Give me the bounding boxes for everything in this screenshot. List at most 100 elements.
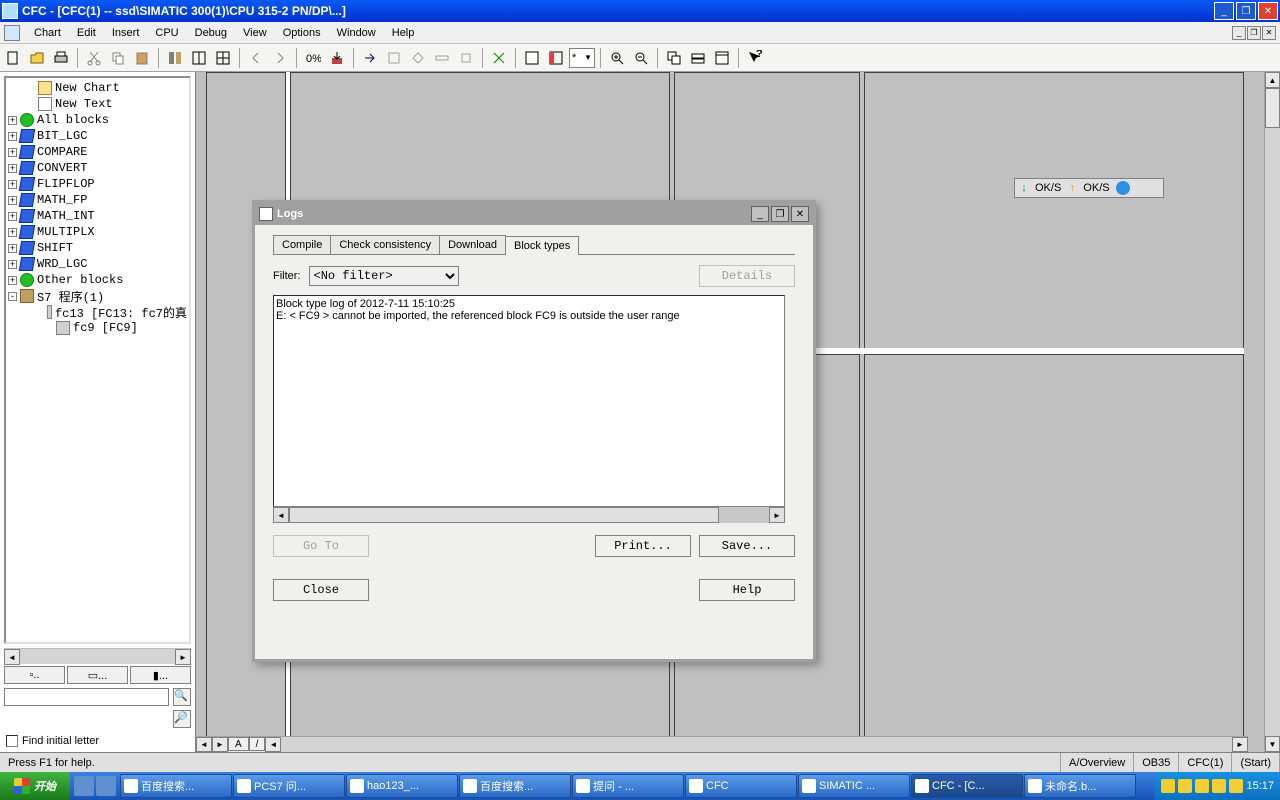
tray-icon[interactable] (1229, 779, 1243, 793)
tab-blocktypes[interactable]: Block types (505, 236, 579, 255)
canvas-vscroll[interactable]: ▲▼ (1264, 72, 1280, 752)
menu-cpu[interactable]: CPU (147, 25, 186, 41)
copy-icon[interactable] (107, 47, 129, 69)
tree-expander[interactable]: + (8, 228, 17, 237)
tool2-icon[interactable] (407, 47, 429, 69)
tab-check[interactable]: Check consistency (330, 235, 440, 254)
menu-edit[interactable]: Edit (69, 25, 104, 41)
next-icon[interactable] (269, 47, 291, 69)
tree-item[interactable]: +All blocks (8, 112, 187, 128)
tool3-icon[interactable] (431, 47, 453, 69)
tree-item[interactable]: fc13 [FC13: fc7的真 (8, 304, 187, 320)
mdi-close-button[interactable]: ✕ (1262, 26, 1276, 40)
print-button[interactable]: Print... (595, 535, 691, 557)
menu-insert[interactable]: Insert (104, 25, 148, 41)
menu-view[interactable]: View (235, 25, 275, 41)
taskbar-item[interactable]: 未命名.b... (1024, 774, 1136, 798)
menu-chart[interactable]: Chart (26, 25, 69, 41)
tab-compile[interactable]: Compile (273, 235, 331, 254)
quicklaunch-icon[interactable] (74, 776, 94, 796)
window3-icon[interactable] (711, 47, 733, 69)
window2-icon[interactable] (687, 47, 709, 69)
new-icon[interactable] (2, 47, 24, 69)
connections-icon[interactable] (488, 47, 510, 69)
tree-expander[interactable]: + (8, 164, 17, 173)
tool4-icon[interactable] (455, 47, 477, 69)
catalog-icon[interactable] (164, 47, 186, 69)
tree-hscroll[interactable]: ◄► (4, 648, 191, 664)
sheet-tab-a[interactable]: A (228, 737, 249, 751)
zoom-combo[interactable]: *▼ (569, 48, 595, 68)
side-tab-1[interactable]: ▫.. (4, 666, 65, 684)
log-hscroll[interactable]: ◄► (273, 507, 785, 523)
tab-download[interactable]: Download (439, 235, 506, 254)
dialog-close-button[interactable]: ✕ (791, 206, 809, 222)
tree-expander[interactable]: + (8, 276, 17, 285)
tree-item[interactable]: +SHIFT (8, 240, 187, 256)
view2-icon[interactable] (545, 47, 567, 69)
menu-debug[interactable]: Debug (187, 25, 235, 41)
menu-window[interactable]: Window (329, 25, 384, 41)
help-button[interactable]: Help (699, 579, 795, 601)
tree-expander[interactable]: + (8, 196, 17, 205)
start-button[interactable]: 开始 (0, 772, 70, 800)
side-tab-2[interactable]: ▭... (67, 666, 128, 684)
taskbar-item[interactable]: CFC - [C... (911, 774, 1023, 798)
cut-icon[interactable] (83, 47, 105, 69)
tree-item[interactable]: +BIT_LGC (8, 128, 187, 144)
goto-button[interactable]: Go To (273, 535, 369, 557)
canvas-hscroll[interactable]: ◄► A/ ◄► (196, 736, 1248, 752)
tree-item[interactable]: +WRD_LGC (8, 256, 187, 272)
tree-expander[interactable]: + (8, 116, 17, 125)
taskbar-item[interactable]: 百度搜索... (459, 774, 571, 798)
taskbar-item[interactable]: 提问 - ... (572, 774, 684, 798)
zoom-in-icon[interactable] (606, 47, 628, 69)
mdi-minimize-button[interactable]: _ (1232, 26, 1246, 40)
tree-item[interactable]: +Other blocks (8, 272, 187, 288)
maximize-button[interactable]: ❐ (1236, 2, 1256, 20)
dialog-maximize-button[interactable]: ❐ (771, 206, 789, 222)
tree-expander[interactable]: - (8, 292, 17, 301)
open-icon[interactable] (26, 47, 48, 69)
close-button[interactable]: ✕ (1258, 2, 1278, 20)
tree-item[interactable]: +CONVERT (8, 160, 187, 176)
zoom-out-icon[interactable] (630, 47, 652, 69)
tree-expander[interactable]: + (8, 132, 17, 141)
side-tab-3[interactable]: ▮... (130, 666, 191, 684)
dialog-minimize-button[interactable]: _ (751, 206, 769, 222)
mdi-restore-button[interactable]: ❐ (1247, 26, 1261, 40)
download-icon[interactable] (326, 47, 348, 69)
layout1-icon[interactable] (188, 47, 210, 69)
taskbar-item[interactable]: 百度搜索... (120, 774, 232, 798)
find-initial-checkbox[interactable]: Find initial letter (6, 732, 189, 750)
menu-options[interactable]: Options (275, 25, 329, 41)
tree-item[interactable]: +COMPARE (8, 144, 187, 160)
tray-icon[interactable] (1178, 779, 1192, 793)
tree-item[interactable]: fc9 [FC9] (8, 320, 187, 336)
details-button[interactable]: Details (699, 265, 795, 287)
tree-item[interactable]: New Chart (8, 80, 187, 96)
clock[interactable]: 15:17 (1246, 780, 1274, 792)
block-tree[interactable]: New ChartNew Text+All blocks+BIT_LGC+COM… (4, 76, 191, 644)
dialog-titlebar[interactable]: Logs _ ❐ ✕ (255, 203, 813, 225)
find-input[interactable] (4, 688, 169, 706)
tree-expander[interactable]: + (8, 260, 17, 269)
tree-item[interactable]: -S7 程序(1) (8, 288, 187, 304)
taskbar-item[interactable]: SIMATIC ... (798, 774, 910, 798)
find-next-button[interactable]: 🔎 (173, 710, 191, 728)
tree-item[interactable]: +MATH_FP (8, 192, 187, 208)
find-button[interactable]: 🔍 (173, 688, 191, 706)
goto-icon[interactable] (359, 47, 381, 69)
tree-expander[interactable]: + (8, 180, 17, 189)
taskbar-item[interactable]: hao123_... (346, 774, 458, 798)
quicklaunch-icon[interactable] (96, 776, 116, 796)
system-tray[interactable]: 15:17 (1155, 772, 1280, 800)
tray-icon[interactable] (1161, 779, 1175, 793)
tree-item[interactable]: +MULTIPLX (8, 224, 187, 240)
prev-icon[interactable] (245, 47, 267, 69)
tree-expander[interactable]: + (8, 148, 17, 157)
taskbar-item[interactable]: CFC (685, 774, 797, 798)
view1-icon[interactable] (521, 47, 543, 69)
menu-help[interactable]: Help (384, 25, 423, 41)
tray-icon[interactable] (1212, 779, 1226, 793)
